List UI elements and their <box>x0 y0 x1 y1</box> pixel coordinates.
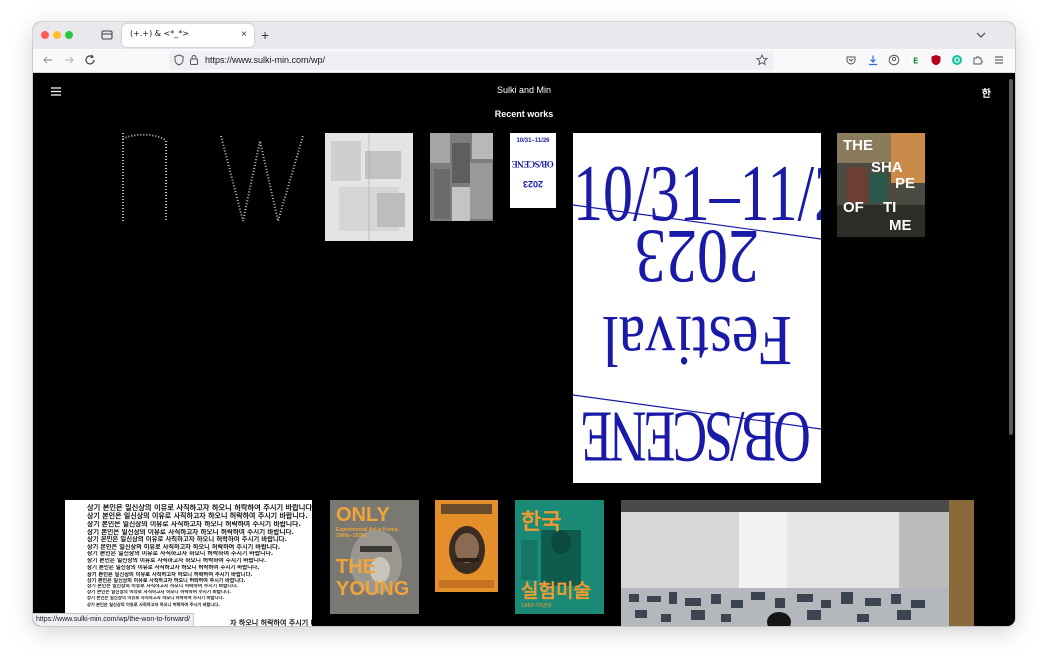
work-thumbnail-dotted-letters[interactable] <box>118 131 308 226</box>
tab-list-icon[interactable] <box>100 28 114 42</box>
new-tab-button[interactable]: + <box>261 27 269 43</box>
korean-text-line: 상기 본인은 일신상의 이유로 사직하고자 하오니 허락하여 주시기 바랍니다. <box>87 512 308 521</box>
work-thumbnail-only-the-young[interactable]: ONLY Experimental Art in Korea, 1960s–19… <box>330 500 419 614</box>
korean-text-partial: 자 하오니 허락하여 주시기 바랍니다. <box>230 619 312 626</box>
minimize-window-button[interactable] <box>53 31 61 39</box>
only-the-young-sub: Experimental Art in Korea, 1960s–1970s <box>336 527 399 539</box>
grey-collage-artwork <box>430 133 493 221</box>
bookmark-star-icon[interactable] <box>756 54 768 66</box>
obscene-rule-lines <box>573 204 821 430</box>
korean-text-line: 상기 본인은 일신상의 이유로 사직하고자 하오니 허락하여 주시기 바랍니다. <box>87 536 288 544</box>
shape-of-time-sha: SHA <box>871 159 903 176</box>
obscene-small-text: OB/SCENE <box>512 159 554 169</box>
work-thumbnail-grey-collage[interactable] <box>430 133 493 221</box>
korean-text-line: 상기 본인은 일신상의 이유로 사직하고자 하오니 허락하여 주시기 바랍니다. <box>87 543 281 551</box>
browser-menu-icon[interactable] <box>993 54 1005 66</box>
obscene-small-year: 2023 <box>522 179 544 189</box>
korean-text-line: 상기 본인은 일신상의 이유로 사직하고자 하오니 허락하여 주시기 바랍니다. <box>87 528 294 536</box>
shape-of-time-the: THE <box>843 137 873 154</box>
korean-experimental-bottom: 실험미술 <box>521 580 591 602</box>
browser-tab-active[interactable]: (+.+) & <*_*> × <box>122 24 254 47</box>
page-scrollbar[interactable] <box>1009 79 1013 435</box>
close-window-button[interactable] <box>41 31 49 39</box>
zoom-window-button[interactable] <box>65 31 73 39</box>
korean-text-line: 상기 본인은 일신상의 이유로 사직하고자 하오니 허락하여 주시기 바랍니다. <box>87 520 301 528</box>
address-bar[interactable]: https://www.sulki-min.com/wp/ <box>169 51 774 70</box>
shape-of-time-me: ME <box>889 217 912 234</box>
svg-text:E: E <box>913 57 918 66</box>
section-title: Recent works <box>494 109 554 119</box>
korean-text-line: 상기 본인은 일신상의 이유로 사직하고자 하오니 허락하여 주시기 바랍니다. <box>87 504 312 512</box>
chevron-down-icon[interactable] <box>975 29 987 41</box>
language-toggle[interactable]: 한 <box>982 85 991 100</box>
korean-experimental-top: 한국 <box>521 510 562 535</box>
orange-portrait-artwork <box>435 500 498 592</box>
download-icon[interactable] <box>867 54 879 66</box>
work-thumbnail-grey-booklet[interactable] <box>325 133 413 241</box>
work-thumbnail-korean-text-poster[interactable]: 상기 본인은 일신상의 이유로 사직하고자 하오니 허락하여 주시기 바랍니다.… <box>65 500 312 626</box>
only-the-young-bottom: THE YOUNG <box>336 556 410 600</box>
reload-icon[interactable] <box>83 53 97 67</box>
korean-text-line: 상기 본인은 일신상의 이유로 사직하고자 하오니 허락하여 주시기 바랍니다. <box>87 601 220 607</box>
korean-text-line: 상기 본인은 일신상의 이유로 사직하고자 하오니 허락하여 주시기 바랍니다. <box>87 565 260 572</box>
shape-of-time-of: OF <box>843 199 864 216</box>
work-thumbnail-obscene-festival[interactable]: 10/31–11/26 2023 Festival OB/SCENE <box>573 133 821 483</box>
close-tab-icon[interactable]: × <box>241 29 247 41</box>
back-icon[interactable] <box>41 53 55 67</box>
shape-of-time-ti: TI <box>883 199 897 216</box>
pocket-icon[interactable] <box>845 54 857 66</box>
url-text: https://www.sulki-min.com/wp/ <box>205 55 326 65</box>
extensions-puzzle-icon[interactable] <box>972 54 984 66</box>
only-the-young-top: ONLY <box>336 504 390 526</box>
extension-green-icon[interactable]: E <box>909 54 921 66</box>
tab-bar: (+.+) & <*_*> × + <box>33 22 1015 49</box>
grammar-extension-icon[interactable] <box>951 54 963 66</box>
work-thumbnail-obscene-small[interactable]: OB/SCENE 10/31–11/26 2023 <box>510 133 556 208</box>
work-thumbnail-korean-experimental[interactable]: 한국 실험미술 1960-70년대 <box>515 500 604 614</box>
grey-booklet-artwork <box>325 133 413 241</box>
work-thumbnail-shape-of-time[interactable]: THE SHA PE OF TI ME <box>837 133 925 237</box>
site-title[interactable]: Sulki and Min <box>33 85 1015 95</box>
page-content: Sulki and Min 한 Recent works OB/SCENE 10… <box>33 73 1015 626</box>
account-icon[interactable] <box>888 54 900 66</box>
korean-experimental-years: 1960-70년대 <box>521 603 552 609</box>
forward-icon[interactable] <box>62 53 76 67</box>
dotted-letters-artwork <box>122 133 304 225</box>
shape-of-time-pe: PE <box>895 175 916 192</box>
lock-icon[interactable] <box>188 54 200 66</box>
work-thumbnail-orange-portrait[interactable] <box>435 500 498 592</box>
korean-text-line: 상기 본인은 일신상의 이유로 사직하고자 하오니 허락하여 주시기 바랍니다. <box>87 551 274 558</box>
browser-window: (+.+) & <*_*> × + https://www.sulki-min.… <box>33 22 1015 626</box>
work-thumbnail-installation[interactable] <box>621 500 974 626</box>
installation-photo <box>621 500 974 626</box>
korean-text-line: 상기 본인은 일신상의 이유로 사직하고자 하오니 허락하여 주시기 바랍니다. <box>87 558 267 565</box>
obscene-small-dates: 10/31–11/26 <box>516 138 550 144</box>
shield-icon[interactable] <box>173 54 185 66</box>
tab-title: (+.+) & <*_*> <box>130 29 189 38</box>
link-status-url: https://www.sulki-min.com/wp/the-won-to-… <box>33 613 195 626</box>
ublock-shield-icon[interactable] <box>930 54 942 66</box>
korean-text-lines: 상기 본인은 일신상의 이유로 사직하고자 하오니 허락하여 주시기 바랍니다.… <box>87 504 312 607</box>
navigation-toolbar: https://www.sulki-min.com/wp/ E <box>33 49 1015 73</box>
